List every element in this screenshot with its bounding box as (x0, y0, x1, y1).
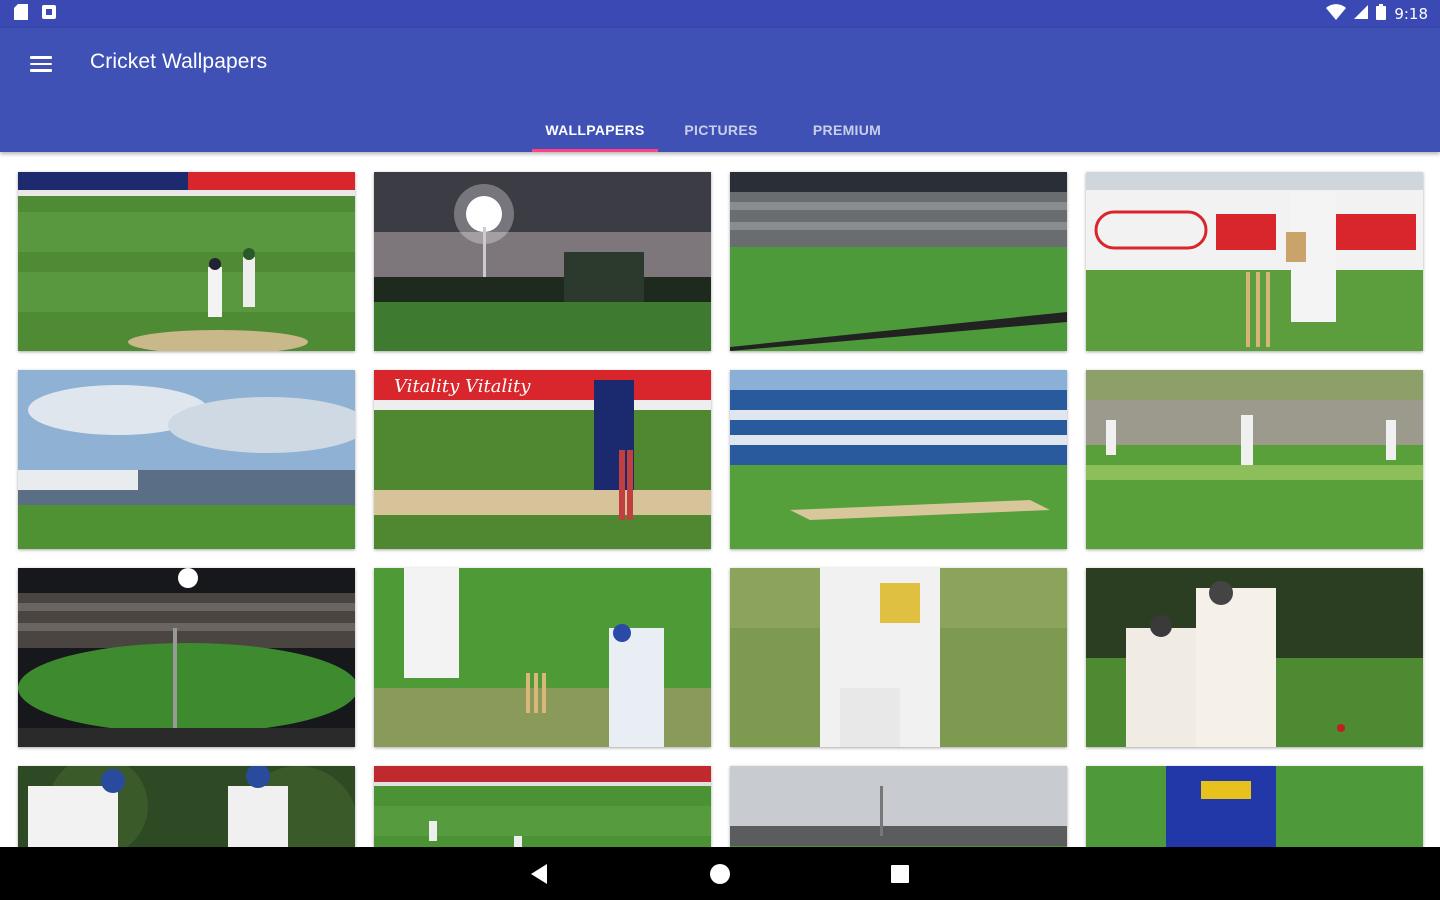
system-nav-bar (0, 847, 1440, 900)
home-icon (710, 863, 730, 884)
status-left-icons (14, 3, 56, 25)
wallpaper-tile[interactable]: Vitality Vitality (374, 370, 711, 549)
wallpaper-tile[interactable] (18, 568, 355, 747)
svg-text:Vitality Vitality: Vitality Vitality (394, 376, 531, 397)
menu-icon-bar (30, 69, 52, 72)
wallpaper-tile[interactable] (18, 370, 355, 549)
wallpaper-tile[interactable] (1086, 370, 1423, 549)
battery-icon (1376, 4, 1387, 24)
wallpaper-tile[interactable] (374, 766, 711, 847)
back-icon (531, 863, 547, 884)
wallpaper-grid: Vitality Vitality (0, 152, 1440, 847)
sd-card-icon (14, 3, 28, 25)
menu-icon-bar (30, 62, 52, 66)
status-right-icons: 9:18 (1326, 4, 1428, 24)
wallpaper-tile[interactable] (1086, 766, 1423, 847)
wifi-icon (1326, 4, 1347, 24)
tab-bar: WALLPAPERS PICTURES PREMIUM (532, 108, 910, 152)
wallpaper-tile[interactable] (1086, 568, 1423, 747)
tab-premium[interactable]: PREMIUM (784, 108, 910, 152)
wallpaper-tile[interactable] (730, 766, 1067, 847)
wallpaper-tile[interactable] (18, 766, 355, 847)
wallpaper-tile[interactable] (730, 172, 1067, 351)
app-title: Cricket Wallpapers (90, 50, 268, 73)
back-button[interactable] (520, 854, 560, 894)
recents-button[interactable] (880, 854, 920, 894)
menu-icon (30, 56, 52, 59)
wallpaper-tile[interactable] (730, 568, 1067, 747)
home-button[interactable] (700, 854, 740, 894)
signal-icon (1354, 5, 1369, 23)
tab-wallpapers[interactable]: WALLPAPERS (532, 108, 658, 152)
wallpaper-tile[interactable] (730, 370, 1067, 549)
notification-icon (42, 4, 56, 24)
tab-pictures[interactable]: PICTURES (658, 108, 784, 152)
recents-icon (891, 864, 909, 883)
app-bar: Cricket Wallpapers WALLPAPERS PICTURES P… (0, 28, 1440, 152)
wallpaper-tile[interactable] (1086, 172, 1423, 351)
wallpaper-tile[interactable] (18, 172, 355, 351)
wallpaper-tile[interactable] (374, 172, 711, 351)
menu-button[interactable] (22, 50, 60, 78)
status-bar: 9:18 (0, 0, 1440, 28)
wallpaper-tile[interactable] (374, 568, 711, 747)
status-time: 9:18 (1394, 5, 1428, 23)
